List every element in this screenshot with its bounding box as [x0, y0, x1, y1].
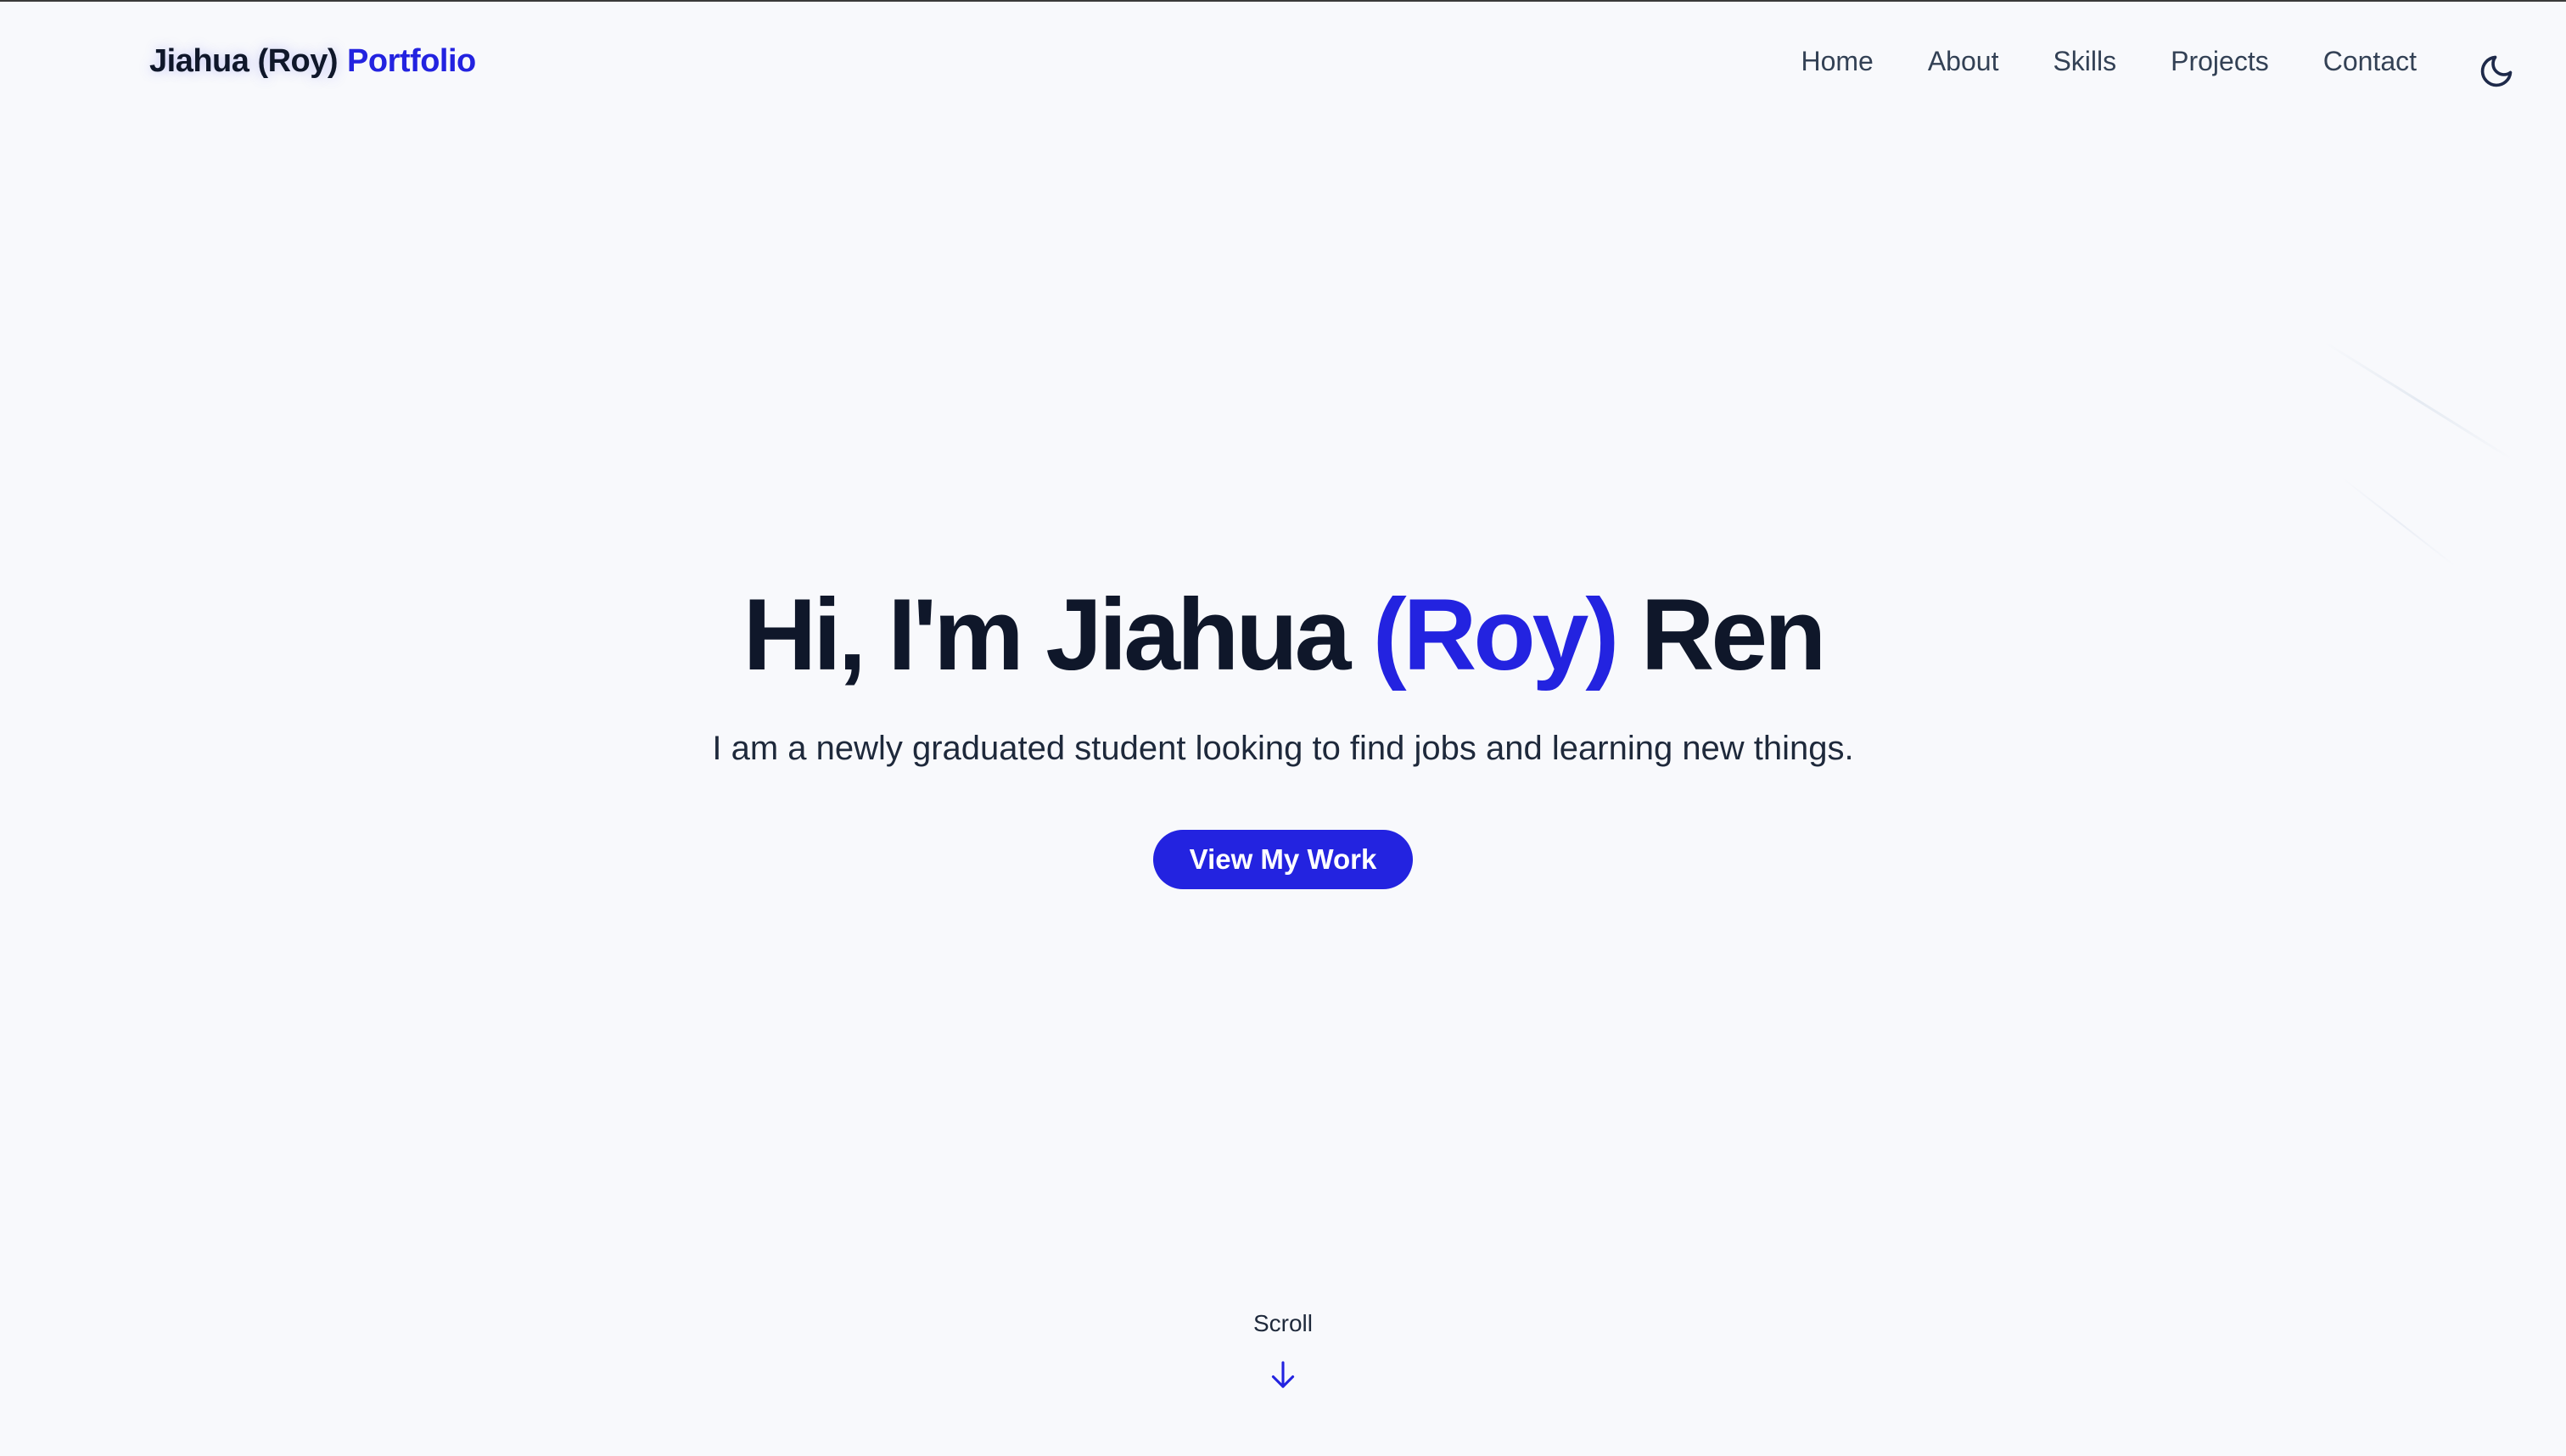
site-logo[interactable]: Jiahua (Roy) Portfolio: [149, 36, 476, 87]
brand-accent: Portfolio: [347, 42, 476, 79]
nav-projects[interactable]: Projects: [2171, 46, 2269, 77]
hero-title-accent: (Roy): [1372, 578, 1620, 692]
nav-skills[interactable]: Skills: [2053, 46, 2116, 77]
nav-contact[interactable]: Contact: [2323, 46, 2417, 77]
nav-home[interactable]: Home: [1801, 46, 1873, 77]
view-my-work-button[interactable]: View My Work: [1153, 830, 1413, 889]
main-nav: Home About Skills Projects Contact: [1801, 36, 2417, 87]
moon-icon: [2480, 55, 2513, 87]
arrow-down-icon[interactable]: [1269, 1359, 1297, 1390]
theme-toggle-button[interactable]: [2476, 51, 2517, 92]
hero-title-prefix: Hi, I'm Jiahua: [742, 578, 1373, 692]
decorative-streak: [2324, 341, 2513, 461]
hero-title-suffix: Ren: [1616, 578, 1827, 692]
hero-subtitle: I am a newly graduated student looking t…: [712, 730, 1854, 767]
nav-about[interactable]: About: [1928, 46, 1999, 77]
hero-title: Hi, I'm Jiahua (Roy) Ren: [0, 575, 2566, 694]
brand-name: Jiahua (Roy): [149, 42, 339, 79]
page-frame: Jiahua (Roy) Portfolio Home About Skills…: [0, 0, 2566, 1456]
decorative-streak: [2341, 477, 2457, 568]
scroll-label: Scroll: [1252, 1310, 1313, 1336]
